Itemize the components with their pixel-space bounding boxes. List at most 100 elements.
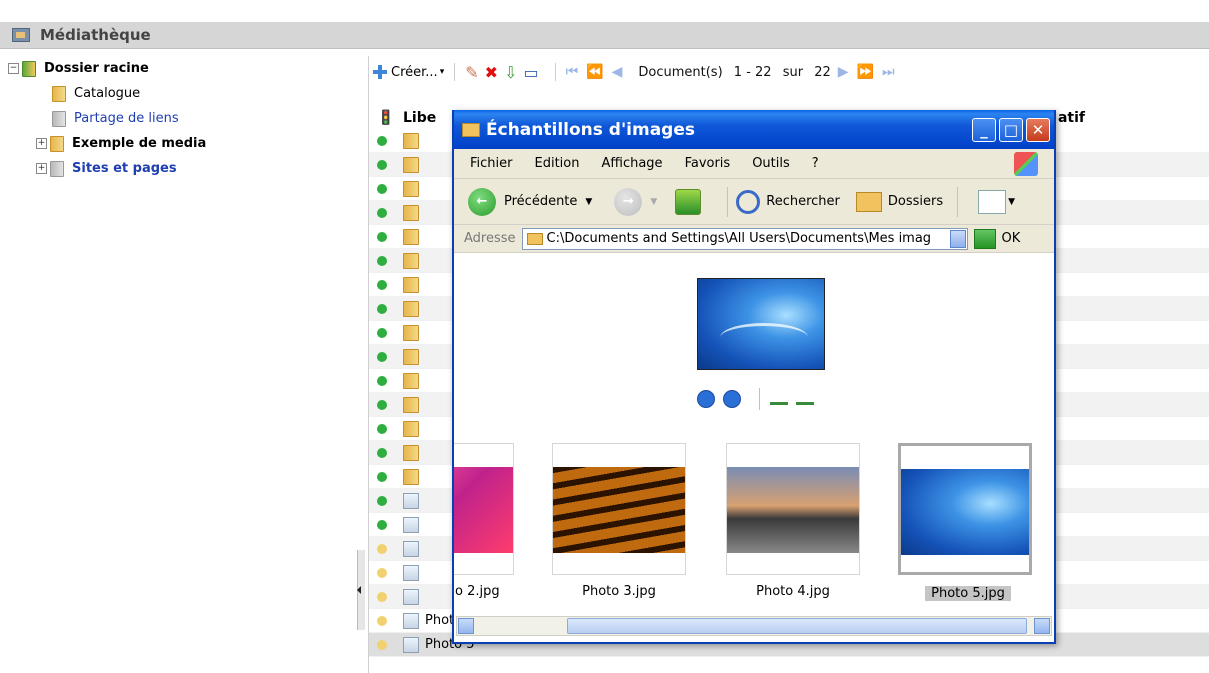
thumbnail-caption: Photo 4.jpg [756,584,830,599]
image-file-icon [403,612,419,629]
toolbar-separator [454,63,456,81]
next-page-icon[interactable]: ⏩ [857,64,874,80]
maximize-button[interactable]: □ [999,118,1023,142]
chevron-down-icon[interactable]: ▼ [1008,197,1015,207]
folder-icon [403,228,419,245]
go-arrow-icon[interactable] [973,228,996,249]
horizontal-scrollbar[interactable] [456,616,1052,636]
collapse-icon[interactable]: − [8,63,19,74]
edit-icon[interactable]: ✎ [465,63,478,82]
search-icon[interactable] [736,189,761,214]
folder-icon [403,156,419,173]
status-dot-icon [377,279,387,290]
preview-icon[interactable]: ▭ [523,63,538,82]
menu-favoris[interactable]: Favoris [685,156,731,171]
menu-affichage[interactable]: Affichage [601,156,662,171]
window-title: Échantillons d'images [486,119,695,140]
pager-label: Document(s) [638,64,723,80]
expand-icon[interactable]: + [36,138,47,149]
folder-icon [403,420,419,437]
back-arrow-icon[interactable]: ← [468,187,496,216]
pane-splitter[interactable] [357,550,365,630]
first-page-icon[interactable]: ⏮ [566,64,579,80]
go-button[interactable]: OK [1002,231,1021,246]
previous-page-icon[interactable]: ⏪ [586,64,603,80]
status-dot-icon [377,639,387,650]
forward-arrow-icon[interactable]: → [614,187,643,216]
pager-total: 22 [814,64,831,80]
tree-item-sites-et-pages[interactable]: + Sites et pages [0,156,358,181]
scrollbar-thumb[interactable] [567,618,1027,634]
up-folder-icon[interactable] [675,188,702,215]
toolbar-separator [957,186,959,217]
address-dropdown-icon[interactable] [949,229,966,248]
thumbnail-strip: o 2.jpg Photo 3.jpg Photo 4.jpg Photo 5.… [454,443,1054,603]
status-dot-icon [377,183,387,194]
scroll-left-icon[interactable] [458,618,474,634]
delete-icon[interactable]: ✖ [485,63,498,82]
status-dot-icon [377,327,387,338]
status-dot-icon [377,447,387,458]
back-button[interactable]: Précédente [504,194,577,209]
preview-controls [697,388,822,410]
plus-icon[interactable] [373,65,387,79]
column-header-suffix[interactable]: atif [1058,110,1085,126]
folder-icon [403,300,419,317]
folders-icon[interactable] [855,191,882,212]
thumbnail-caption: o 2.jpg [455,584,500,599]
status-dot-icon [377,543,387,554]
pager-of: sur [782,64,804,80]
folder-icon [403,348,419,365]
next-icon[interactable]: ▶ [838,64,849,80]
thumbnail[interactable]: Photo 4.jpg [726,443,860,599]
toolbar-separator [554,63,556,81]
tree-item-dossier-racine[interactable]: − Dossier racine [0,56,358,81]
explorer-window[interactable]: Échantillons d'images _ □ ✕ Fichier Edit… [452,110,1056,644]
thumbnail-image [901,469,1029,555]
previous-image-icon[interactable] [697,390,715,408]
views-icon[interactable] [978,189,1007,214]
menu-fichier[interactable]: Fichier [470,156,513,171]
tree-item-partage-de-liens[interactable]: Partage de liens [0,106,358,131]
minimize-button[interactable]: _ [972,118,996,142]
address-input[interactable]: C:\Documents and Settings\All Users\Docu… [521,227,968,250]
chevron-down-icon[interactable]: ▾ [440,67,445,77]
chevron-down-icon[interactable]: ▼ [585,197,592,207]
window-titlebar[interactable]: Échantillons d'images _ □ ✕ [454,110,1054,149]
thumbnail-image [454,467,513,553]
next-image-icon[interactable] [723,390,741,408]
folder-icon [22,60,36,77]
close-button[interactable]: ✕ [1026,118,1050,142]
previous-icon[interactable]: ◀ [612,64,623,80]
rotate-clockwise-icon[interactable] [770,393,788,405]
menu-edition[interactable]: Edition [535,156,580,171]
column-header-libelle[interactable]: Libe [403,110,436,126]
traffic-light-icon[interactable]: 🚦 [369,110,403,126]
status-dot-icon [377,399,387,410]
rotate-counterclockwise-icon[interactable] [796,393,814,405]
tree-item-exemple-de-media[interactable]: + Exemple de media [0,131,358,156]
thumbnail[interactable]: Photo 5.jpg [898,443,1032,601]
tree-item-label: Exemple de media [72,136,207,151]
status-dot-icon [377,351,387,362]
pager: Document(s) 1 - 22 sur 22 [638,65,837,80]
menu-help[interactable]: ? [812,156,819,171]
menu-outils[interactable]: Outils [752,156,790,171]
folder-icon [403,204,419,221]
thumbnail[interactable]: Photo 3.jpg [552,443,686,599]
create-button[interactable]: Créer... [391,65,438,80]
folder-icon [462,122,480,137]
scroll-right-icon[interactable] [1034,618,1050,634]
status-dot-icon [377,375,387,386]
last-page-icon[interactable]: ⏭ [882,64,895,80]
folders-button[interactable]: Dossiers [888,194,943,209]
search-button[interactable]: Rechercher [766,194,840,209]
status-dot-icon [377,423,387,434]
image-file-icon [403,492,419,509]
tree-item-catalogue[interactable]: Catalogue [0,81,358,106]
image-file-icon [403,636,419,653]
thumbnail[interactable]: o 2.jpg [454,443,514,599]
expand-icon[interactable]: + [36,163,47,174]
download-icon[interactable]: ⇩ [504,63,517,82]
chevron-down-icon[interactable]: ▼ [650,197,657,207]
